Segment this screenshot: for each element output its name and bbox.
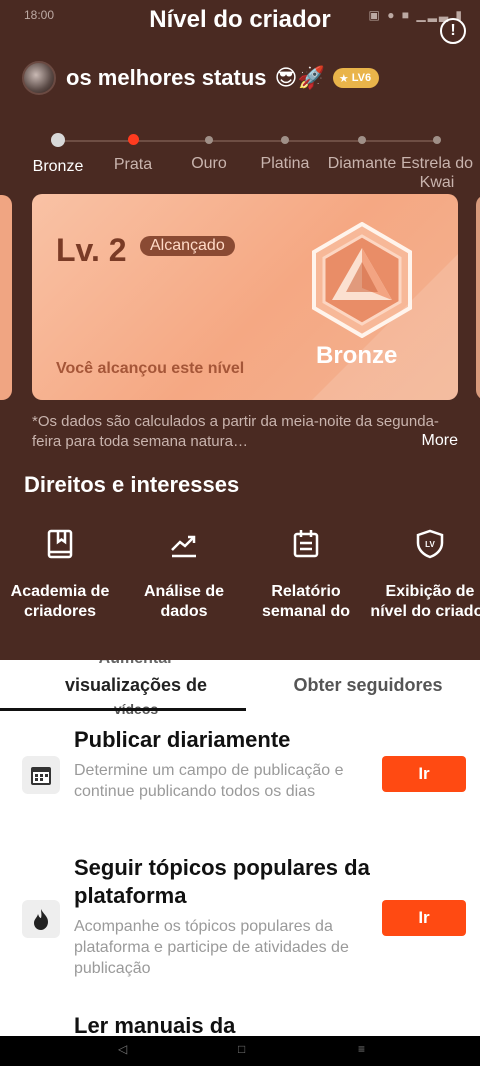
level-step-prata[interactable]: Prata [92, 132, 174, 174]
level-label: Prata [113, 156, 153, 173]
level-step-bronze[interactable]: Bronze [17, 132, 99, 176]
level-badge-label: LV6 [351, 72, 372, 84]
svg-text:LV: LV [425, 540, 435, 549]
trend-chart-icon [168, 528, 200, 560]
rights-title: Direitos e interesses [24, 472, 240, 497]
level-step-estrela[interactable]: Estrela do Kwai [396, 132, 478, 192]
username-emoji: 😎🚀 [274, 65, 325, 90]
level-dot [358, 136, 366, 144]
flame-icon [22, 900, 60, 938]
menu-icon[interactable]: ≡ [358, 1042, 365, 1056]
tab-label-top: Aumentar [0, 660, 272, 670]
task-title: Publicar diariamente [74, 727, 291, 752]
system-nav-bar: ◁ □ ≡ [0, 1036, 480, 1066]
right-item-exibicao[interactable]: LV Exibição de nível do criador [370, 528, 480, 624]
level-dot [127, 134, 139, 145]
back-icon[interactable]: ◁ [118, 1042, 127, 1056]
creator-level-panel: 18:00 ▣ ● ■ ▁▂▃ ▮ Nível do criador ! os … [0, 0, 480, 660]
info-icon[interactable]: ! [440, 18, 466, 44]
right-item-academia[interactable]: Academia de criadores [0, 528, 120, 624]
home-icon[interactable]: □ [238, 1042, 245, 1056]
calendar-icon [22, 756, 60, 794]
tab-indicator [0, 708, 246, 711]
level-dot [281, 136, 289, 144]
lv-shield-icon: LV [414, 528, 446, 560]
data-note: *Os dados são calculados a partir da mei… [32, 413, 439, 450]
level-dot [205, 136, 213, 144]
level-label: Ouro [191, 155, 227, 172]
tab-obter-seguidores[interactable]: Obter seguidores [256, 674, 480, 726]
calendar-report-icon [290, 528, 322, 560]
level-badge: ★ LV6 [332, 68, 380, 88]
avatar[interactable] [22, 61, 56, 95]
tab-label: visualizações de [64, 675, 208, 695]
username: os melhores status [66, 65, 267, 90]
card-level: Lv. 2 [56, 232, 127, 268]
reached-badge: Alcançado [140, 236, 235, 256]
level-label: Bronze [32, 158, 84, 175]
right-item-analise[interactable]: Análise de dados [124, 528, 244, 624]
right-item-label: Academia de criadores [10, 583, 110, 620]
level-dot [433, 136, 441, 144]
star-icon: ★ [338, 72, 349, 85]
level-label: Platina [260, 155, 310, 172]
level-dot [51, 133, 65, 147]
level-step-ouro[interactable]: Ouro [168, 132, 250, 173]
right-item-label: Relatório semanal do criador [261, 583, 351, 624]
card-subtitle: Você alcançou este nível [56, 360, 245, 377]
profile-row: os melhores status 😎🚀 ★ LV6 [22, 60, 380, 96]
previous-card-edge[interactable] [0, 195, 12, 400]
go-button[interactable]: Ir [382, 756, 466, 792]
level-step-diamante[interactable]: Diamante [321, 132, 403, 173]
level-label: Diamante [327, 155, 397, 172]
bronze-medal-icon [310, 221, 414, 339]
right-item-label: Análise de dados [143, 583, 225, 620]
right-item-relatorio[interactable]: Relatório semanal do criador [246, 528, 366, 624]
task-desc: Determine um campo de publicação e conti… [74, 762, 344, 800]
right-item-label: Exibição de nível do criador [370, 583, 480, 620]
level-step-platina[interactable]: Platina [244, 132, 326, 173]
tasks-sheet: Aumentar visualizações de vídeos Obter s… [0, 660, 480, 1040]
level-card[interactable]: Lv. 2 Alcançado Bronze Você alcançou est… [32, 194, 458, 400]
card-tier: Bronze [316, 342, 398, 369]
task-desc: Acompanhe os tópicos populares da plataf… [74, 918, 349, 977]
next-card-edge[interactable] [476, 195, 480, 400]
more-link[interactable]: More [422, 432, 458, 450]
task-title: Seguir tópicos populares da plataforma [74, 855, 370, 908]
go-button[interactable]: Ir [382, 900, 466, 936]
tab-aumentar-visualizacoes[interactable]: Aumentar visualizações de vídeos [0, 660, 272, 717]
level-label: Estrela do Kwai [400, 155, 474, 191]
book-icon [44, 528, 76, 560]
page-title: Nível do criador [149, 6, 331, 33]
